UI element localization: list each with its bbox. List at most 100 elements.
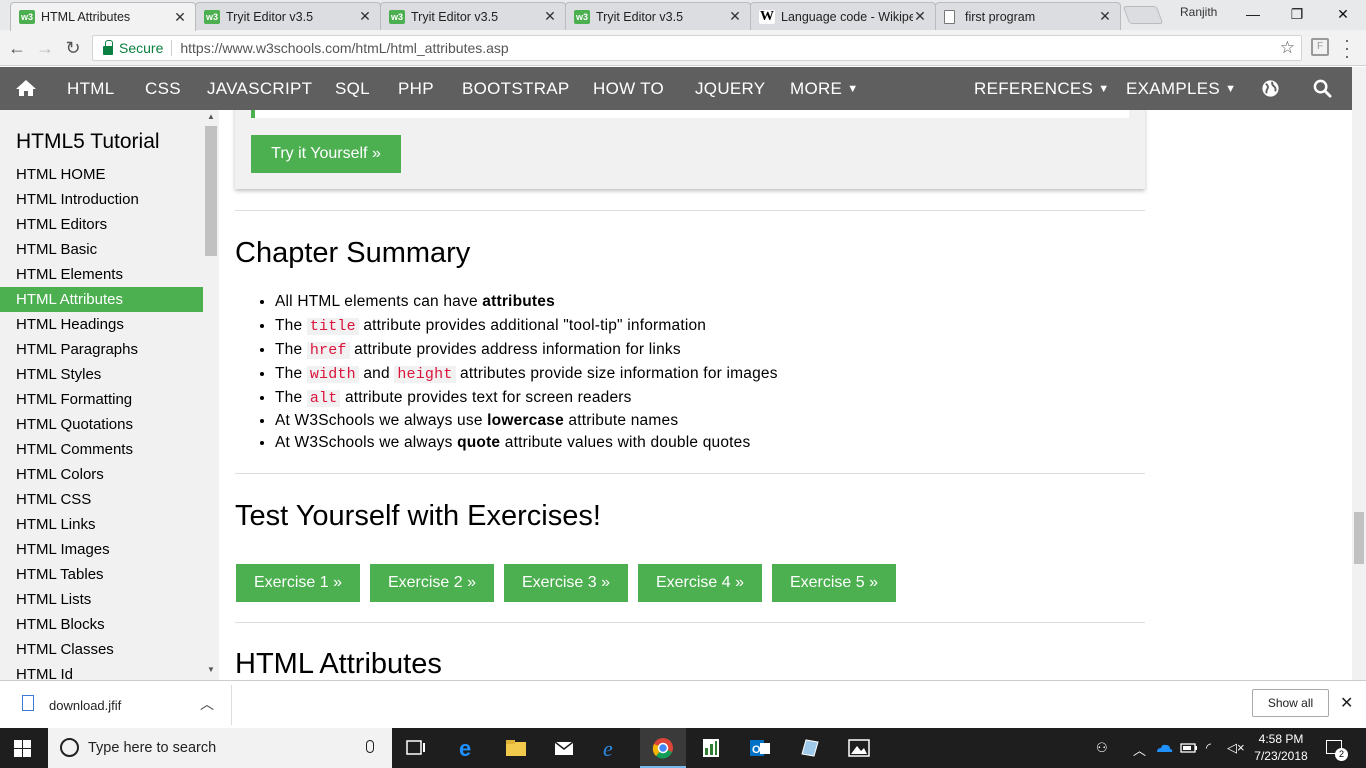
exercise-2-button[interactable]: Exercise 2 »	[370, 564, 494, 602]
forward-arrow-icon[interactable]: →	[34, 37, 56, 59]
show-all-button[interactable]: Show all	[1252, 689, 1329, 717]
sidebar-item-html-quotations[interactable]: HTML Quotations	[0, 412, 203, 437]
summary-list: All HTML elements can have attributes Th…	[235, 290, 778, 454]
reload-icon[interactable]: ↻	[62, 37, 84, 59]
chevron-up-icon[interactable]: ︿	[200, 694, 214, 714]
scrollbar-thumb[interactable]	[1354, 512, 1364, 564]
onedrive-icon[interactable]	[1154, 738, 1174, 758]
sidebar-item-html-colors[interactable]: HTML Colors	[0, 462, 203, 487]
nav-examples[interactable]: EXAMPLES ▼	[1126, 67, 1236, 110]
profile-name[interactable]: Ranjith	[1180, 5, 1217, 19]
exercise-4-button[interactable]: Exercise 4 »	[638, 564, 762, 602]
nav-sql[interactable]: SQL	[335, 67, 370, 110]
tab-tryit-editor-1[interactable]: w3 Tryit Editor v3.5 ✕	[195, 2, 381, 30]
nav-javascript[interactable]: JAVASCRIPT	[207, 67, 312, 110]
volume-muted-icon[interactable]: ◁×	[1227, 740, 1245, 756]
exercise-1-button[interactable]: Exercise 1 »	[236, 564, 360, 602]
nav-html[interactable]: HTML	[67, 67, 114, 110]
nav-more[interactable]: MORE ▼	[790, 67, 858, 110]
summary-text: attributes provide size information for …	[455, 365, 778, 382]
extension-icon[interactable]: F	[1311, 38, 1329, 56]
minimize-icon[interactable]: —	[1238, 4, 1268, 24]
chevron-up-icon[interactable]: ︿	[1133, 740, 1146, 759]
internet-explorer-icon[interactable]: e	[600, 736, 624, 760]
wifi-icon[interactable]: ◜	[1206, 740, 1211, 756]
chrome-icon[interactable]	[651, 736, 675, 760]
people-icon[interactable]: ⚇	[1096, 740, 1108, 756]
close-window-icon[interactable]: ✕	[1328, 4, 1358, 24]
sidebar-item-html-classes[interactable]: HTML Classes	[0, 637, 203, 662]
sidebar-item-html-images[interactable]: HTML Images	[0, 537, 203, 562]
photos-icon[interactable]	[847, 736, 871, 760]
secure-label: Secure	[119, 40, 164, 56]
download-file-name[interactable]: download.jfif	[49, 698, 121, 713]
microphone-icon[interactable]	[366, 740, 374, 753]
windows-start-icon[interactable]	[14, 740, 31, 757]
scroll-down-icon[interactable]: ▼	[207, 665, 215, 674]
exercise-5-button[interactable]: Exercise 5 »	[772, 564, 896, 602]
nav-php[interactable]: PHP	[398, 67, 434, 110]
home-icon[interactable]	[15, 79, 37, 97]
bookmark-star-icon[interactable]: ☆	[1280, 38, 1295, 58]
close-tab-icon[interactable]: ✕	[913, 8, 927, 25]
globe-icon[interactable]	[1261, 79, 1280, 98]
search-icon[interactable]	[1313, 79, 1332, 98]
nav-how-to[interactable]: HOW TO	[593, 67, 664, 110]
spreadsheet-icon[interactable]	[699, 736, 723, 760]
url-text[interactable]: https://www.w3schools.com/htmL/html_attr…	[180, 40, 508, 56]
sidebar-item-html-editors[interactable]: HTML Editors	[0, 212, 203, 237]
close-tab-icon[interactable]: ✕	[173, 9, 187, 26]
close-tab-icon[interactable]: ✕	[728, 8, 742, 25]
nav-references[interactable]: REFERENCES ▼	[974, 67, 1109, 110]
code-alt: alt	[306, 390, 341, 407]
page-scrollbar[interactable]	[1352, 67, 1366, 680]
back-arrow-icon[interactable]: ←	[6, 37, 28, 59]
restore-icon[interactable]: ❐	[1282, 4, 1312, 24]
sidebar-item-html-styles[interactable]: HTML Styles	[0, 362, 203, 387]
mail-icon[interactable]	[552, 736, 576, 760]
sidebar-item-html-paragraphs[interactable]: HTML Paragraphs	[0, 337, 203, 362]
sidebar-item-html-elements[interactable]: HTML Elements	[0, 262, 203, 287]
close-tab-icon[interactable]: ✕	[1098, 8, 1112, 25]
paint-icon[interactable]	[798, 736, 822, 760]
sidebar-item-html-attributes[interactable]: HTML Attributes	[0, 287, 203, 312]
sidebar-item-html-id[interactable]: HTML Id	[0, 662, 203, 680]
sidebar-scrollbar[interactable]: ▲ ▼	[203, 110, 219, 680]
sidebar-item-html-lists[interactable]: HTML Lists	[0, 587, 203, 612]
address-bar[interactable]: Secure https://www.w3schools.com/htmL/ht…	[92, 35, 1302, 61]
tab-tryit-editor-3[interactable]: w3 Tryit Editor v3.5 ✕	[565, 2, 751, 30]
outlook-icon[interactable]: O	[748, 736, 772, 760]
sidebar-item-html-headings[interactable]: HTML Headings	[0, 312, 203, 337]
sidebar-item-html-home[interactable]: HTML HOME	[0, 162, 203, 187]
battery-icon[interactable]	[1180, 740, 1198, 756]
close-icon[interactable]: ✕	[1340, 693, 1353, 713]
sidebar-item-html-tables[interactable]: HTML Tables	[0, 562, 203, 587]
sidebar-item-html-blocks[interactable]: HTML Blocks	[0, 612, 203, 637]
file-explorer-icon[interactable]	[504, 736, 528, 760]
nav-css[interactable]: CSS	[145, 67, 181, 110]
new-tab-button[interactable]	[1122, 6, 1164, 24]
nav-bootstrap[interactable]: BOOTSTRAP	[462, 67, 570, 110]
edge-icon[interactable]: e	[456, 736, 480, 760]
sidebar-item-html-formatting[interactable]: HTML Formatting	[0, 387, 203, 412]
exercise-3-button[interactable]: Exercise 3 »	[504, 564, 628, 602]
try-it-yourself-button[interactable]: Try it Yourself »	[251, 135, 401, 173]
scrollbar-thumb[interactable]	[205, 126, 217, 256]
taskbar-search-box[interactable]: Type here to search	[48, 728, 392, 768]
sidebar-item-html-css[interactable]: HTML CSS	[0, 487, 203, 512]
system-clock[interactable]: 4:58 PM 7/23/2018	[1250, 731, 1312, 765]
tab-wikipedia[interactable]: W Language code - Wikipe ✕	[750, 2, 936, 30]
scroll-up-icon[interactable]: ▲	[207, 112, 215, 121]
sidebar-item-html-links[interactable]: HTML Links	[0, 512, 203, 537]
sidebar-item-html-basic[interactable]: HTML Basic	[0, 237, 203, 262]
browser-menu-icon[interactable]: · · ·	[1342, 31, 1352, 65]
close-tab-icon[interactable]: ✕	[358, 8, 372, 25]
tab-html-attributes[interactable]: w3 HTML Attributes ✕	[10, 2, 196, 31]
close-tab-icon[interactable]: ✕	[543, 8, 557, 25]
nav-jquery[interactable]: JQUERY	[695, 67, 765, 110]
tab-first-program[interactable]: first program ✕	[935, 2, 1121, 30]
sidebar-item-html-comments[interactable]: HTML Comments	[0, 437, 203, 462]
task-view-icon[interactable]	[404, 736, 428, 760]
tab-tryit-editor-2[interactable]: w3 Tryit Editor v3.5 ✕	[380, 2, 566, 30]
sidebar-item-html-introduction[interactable]: HTML Introduction	[0, 187, 203, 212]
